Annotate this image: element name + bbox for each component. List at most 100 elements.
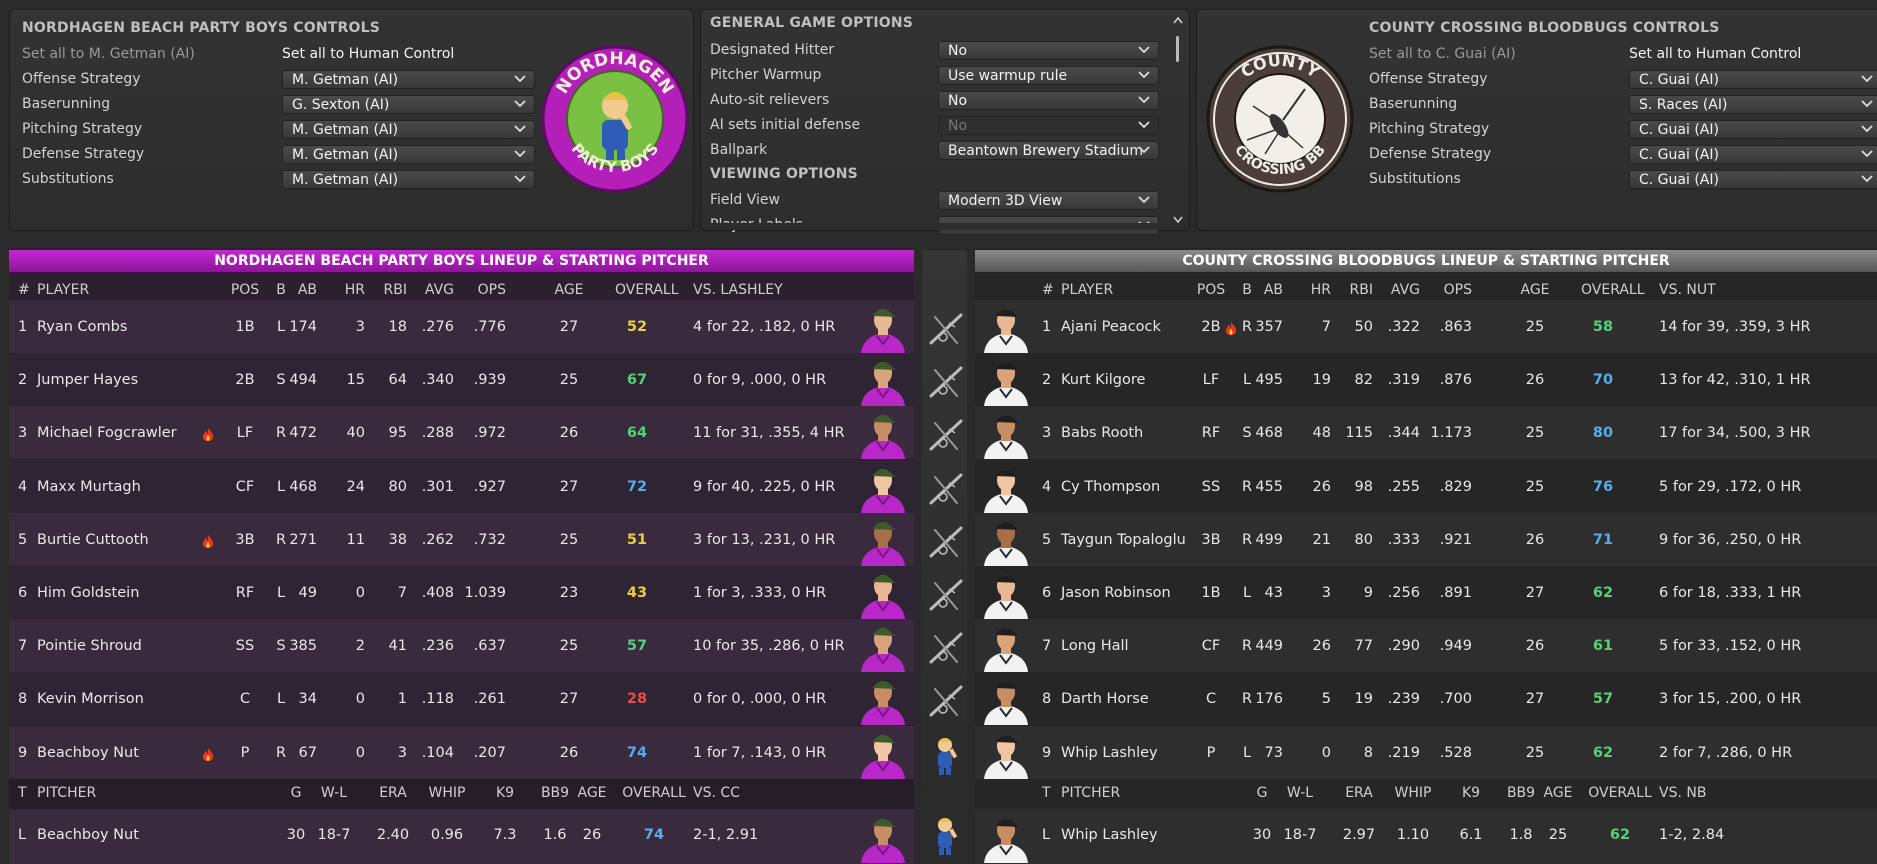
scroll-down-icon[interactable] (1173, 214, 1183, 226)
away-pitcher-col-bb9[interactable]: BB9 (537, 785, 573, 801)
home-pitcher-col-pitcher[interactable]: PITCHER (1061, 785, 1120, 801)
bat-swap-icon[interactable] (923, 307, 967, 351)
options-scrollbar[interactable] (1173, 14, 1183, 226)
scroll-thumb[interactable] (1176, 36, 1179, 62)
game-option-dropdown[interactable]: No (938, 91, 1159, 110)
away-pitcher-col-wl[interactable]: W-L (309, 785, 359, 801)
away-pitcher-col-g[interactable]: G (284, 785, 308, 801)
player-name[interactable]: Cy Thompson (1061, 479, 1160, 495)
home-pitcher-col-t[interactable]: T (1042, 785, 1051, 801)
game-option-dropdown[interactable]: Use warmup rule (938, 66, 1159, 85)
player-ab: 449 (1255, 638, 1283, 655)
away-control-dropdown[interactable]: M. Getman (AI) (282, 145, 535, 164)
home-control-dropdown[interactable]: C. Guai (AI) (1629, 145, 1877, 164)
home-col-vs[interactable]: VS. NUT (1659, 282, 1716, 298)
away-col-ab[interactable]: AB (257, 282, 317, 298)
away-pitcher-col-vs[interactable]: VS. CC (693, 785, 740, 801)
pitcher-mascot-icon[interactable] (923, 733, 967, 777)
home-pitcher-col-era[interactable]: ERA (1339, 785, 1379, 801)
home-pitcher-col-bb9[interactable]: BB9 (1503, 785, 1539, 801)
home-control-dropdown[interactable]: C. Guai (AI) (1629, 170, 1877, 189)
player-name[interactable]: Kevin Morrison (37, 691, 144, 707)
player-name[interactable]: Maxx Murtagh (37, 479, 141, 495)
player-name[interactable]: Taygun Topaloglu (1061, 532, 1186, 548)
viewing-option-dropdown[interactable]: Modern 3D View (938, 191, 1159, 210)
away-pitcher-col-whip[interactable]: WHIP (422, 785, 472, 801)
player-avg: .255 (1387, 478, 1420, 495)
bat-swap-icon[interactable] (923, 573, 967, 617)
away-control-dropdown[interactable]: M. Getman (AI) (282, 120, 535, 139)
chevron-down-icon (1861, 175, 1873, 183)
home-pitcher-col-g[interactable]: G (1250, 785, 1274, 801)
player-name[interactable]: Beachboy Nut (37, 745, 139, 761)
home-pitcher-col-vs[interactable]: VS. NB (1659, 785, 1706, 801)
player-avg: .239 (1387, 691, 1420, 708)
player-name[interactable]: Pointie Shroud (37, 638, 142, 654)
away-col-overall[interactable]: OVERALL (615, 282, 679, 298)
scroll-up-icon[interactable] (1173, 14, 1183, 26)
home-col-num[interactable]: # (1042, 282, 1054, 298)
player-name[interactable]: Him Goldstein (37, 585, 139, 601)
home-control-dropdown[interactable]: C. Guai (AI) (1629, 120, 1877, 139)
dropdown-value: No (948, 43, 968, 59)
set-all-human-link[interactable]: Set all to Human Control (1629, 46, 1801, 62)
away-col-ops[interactable]: OPS (441, 282, 506, 298)
home-pitcher-col-k9[interactable]: K9 (1456, 785, 1486, 801)
away-col-vs[interactable]: VS. LASHLEY (693, 282, 783, 298)
set-all-ai-link[interactable]: Set all to C. Guai (AI) (1369, 46, 1516, 62)
set-all-ai-link[interactable]: Set all to M. Getman (AI) (22, 46, 195, 62)
away-control-dropdown[interactable]: M. Getman (AI) (282, 170, 535, 189)
bat-swap-icon[interactable] (923, 679, 967, 723)
away-pitcher-col-era[interactable]: ERA (373, 785, 413, 801)
player-name[interactable]: Ajani Peacock (1061, 319, 1161, 335)
bat-swap-icon[interactable] (923, 467, 967, 511)
player-name[interactable]: Burtie Cuttooth (37, 532, 149, 548)
home-control-dropdown[interactable]: C. Guai (AI) (1629, 70, 1877, 89)
home-col-ops[interactable]: OPS (1407, 282, 1472, 298)
player-portrait (978, 566, 1034, 619)
player-ab: 67 (298, 744, 317, 761)
home-control-dropdown[interactable]: S. Races (AI) (1629, 95, 1877, 114)
game-option-dropdown[interactable]: No (938, 41, 1159, 60)
home-pitcher-col-wl[interactable]: W-L (1275, 785, 1325, 801)
player-name[interactable]: Kurt Kilgore (1061, 372, 1145, 388)
home-col-ab[interactable]: AB (1223, 282, 1283, 298)
player-name[interactable]: Whip Lashley (1061, 745, 1158, 761)
home-col-age[interactable]: AGE (1510, 282, 1560, 298)
home-pitcher-col-overall[interactable]: OVERALL (1580, 785, 1660, 801)
away-pitcher-col-k9[interactable]: K9 (490, 785, 520, 801)
starting-pitcher-mascot-icon[interactable] (923, 813, 967, 857)
away-col-player[interactable]: PLAYER (37, 282, 89, 298)
bat-swap-icon[interactable] (923, 360, 967, 404)
away-col-num[interactable]: # (18, 282, 30, 298)
player-name[interactable]: Jason Robinson (1061, 585, 1171, 601)
home-col-overall[interactable]: OVERALL (1581, 282, 1645, 298)
bat-swap-icon[interactable] (923, 520, 967, 564)
away-control-dropdown[interactable]: G. Sexton (AI) (282, 95, 535, 114)
home-pitcher-col-whip[interactable]: WHIP (1388, 785, 1438, 801)
pitcher-k9: 6.1 (1459, 827, 1483, 843)
game-option-dropdown[interactable]: Beantown Brewery Stadium (938, 141, 1159, 160)
player-name[interactable]: Long Hall (1061, 638, 1129, 654)
player-name[interactable]: Michael Fogcrawler (37, 425, 177, 441)
pitcher-pitcher[interactable]: Whip Lashley (1061, 827, 1158, 843)
bat-swap-icon[interactable] (923, 413, 967, 457)
set-all-human-link[interactable]: Set all to Human Control (282, 46, 454, 62)
away-col-age[interactable]: AGE (544, 282, 594, 298)
pitcher-pitcher[interactable]: Beachboy Nut (37, 827, 139, 843)
away-pitcher-col-t[interactable]: T (18, 785, 27, 801)
player-name[interactable]: Babs Rooth (1061, 425, 1143, 441)
player-age: 25 (1525, 425, 1545, 442)
home-col-player[interactable]: PLAYER (1061, 282, 1113, 298)
player-pos: 2B (235, 372, 255, 389)
player-name[interactable]: Jumper Hayes (37, 372, 138, 388)
bat-swap-icon[interactable] (923, 626, 967, 670)
home-pitcher-col-age[interactable]: AGE (1541, 785, 1575, 801)
player-name[interactable]: Darth Horse (1061, 691, 1149, 707)
away-pitcher-col-overall[interactable]: OVERALL (614, 785, 694, 801)
away-control-dropdown[interactable]: M. Getman (AI) (282, 70, 535, 89)
chevron-down-icon (1861, 150, 1873, 158)
away-pitcher-col-pitcher[interactable]: PITCHER (37, 785, 96, 801)
player-name[interactable]: Ryan Combs (37, 319, 127, 335)
away-pitcher-col-age[interactable]: AGE (575, 785, 609, 801)
